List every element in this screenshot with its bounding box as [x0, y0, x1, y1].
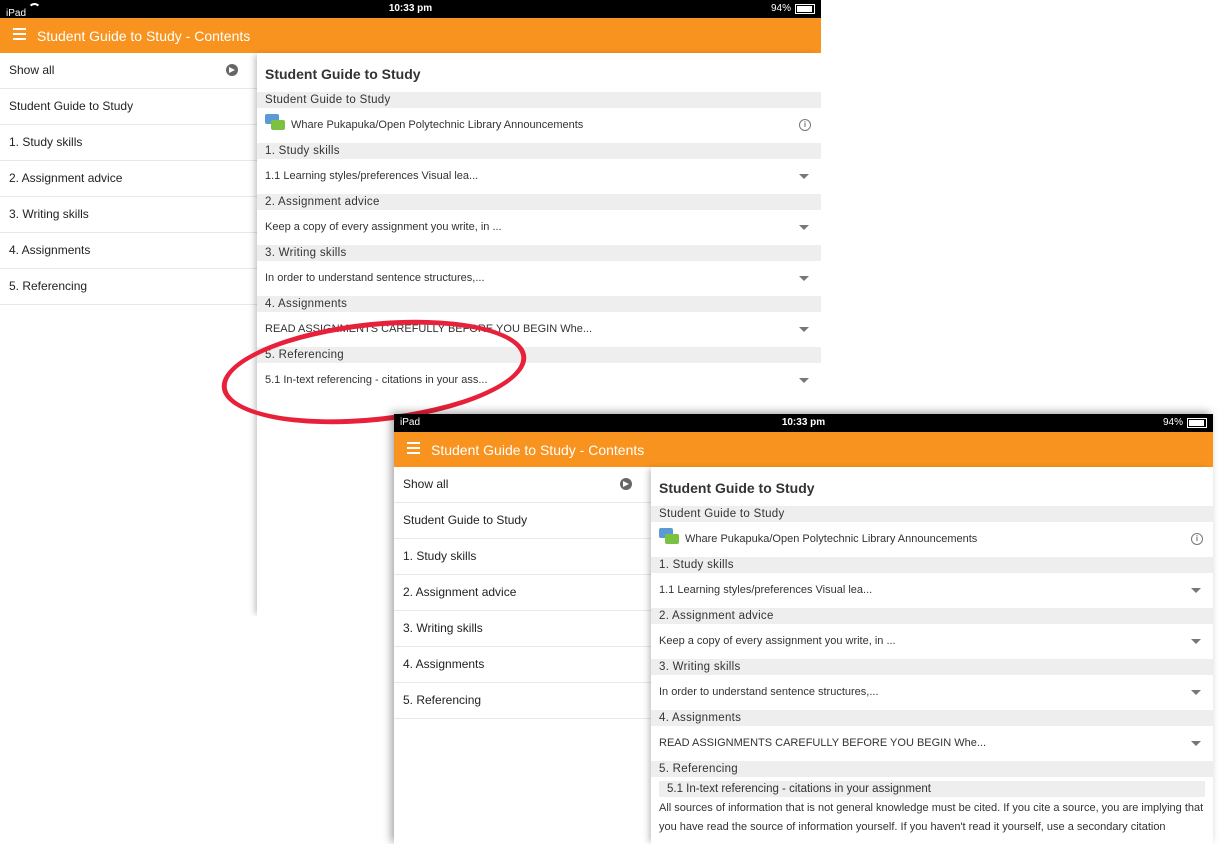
sidebar-item-study-skills[interactable]: 1. Study skills [394, 539, 651, 575]
sidebar: Show all Student Guide to Study 1. Study… [0, 53, 257, 616]
status-bar: iPad 10:33 pm 94% [394, 414, 1213, 432]
sidebar-item-label: 5. Referencing [9, 279, 88, 293]
section-header: 1. Study skills [257, 143, 821, 159]
menu-icon[interactable] [13, 28, 26, 42]
sidebar-item-label: 2. Assignment advice [9, 171, 123, 185]
section-header: 3. Writing skills [257, 245, 821, 261]
section-item[interactable]: Keep a copy of every assignment you writ… [651, 624, 1213, 659]
status-time: 10:33 pm [781, 417, 826, 428]
sidebar-item-assignments[interactable]: 4. Assignments [394, 647, 651, 683]
sidebar-item-guide[interactable]: Student Guide to Study [0, 89, 257, 125]
sidebar-item-show-all[interactable]: Show all [394, 467, 651, 503]
sidebar-item-referencing[interactable]: 5. Referencing [394, 683, 651, 719]
sidebar: Show all Student Guide to Study 1. Study… [394, 467, 651, 844]
announcements-link[interactable]: Whare Pukapuka/Open Polytechnic Library … [651, 522, 1213, 557]
section-header: 3. Writing skills [651, 659, 1213, 675]
page-title: Student Guide to Study [659, 480, 815, 496]
section-item[interactable]: 1.1 Learning styles/preferences Visual l… [257, 159, 821, 194]
chevron-down-icon[interactable] [1191, 588, 1201, 593]
section-header: Student Guide to Study [257, 92, 821, 108]
status-bar: iPad 10:33 pm 94% [0, 0, 821, 19]
sidebar-item-label: 2. Assignment advice [403, 585, 517, 599]
arrow-right-circle-icon[interactable] [620, 478, 632, 490]
section-header: Student Guide to Study [651, 506, 1213, 522]
chevron-down-icon[interactable] [799, 276, 809, 281]
app-title: Student Guide to Study - Contents [431, 442, 645, 458]
sidebar-item-show-all[interactable]: Show all [0, 53, 257, 89]
chevron-down-icon[interactable] [1191, 639, 1201, 644]
sidebar-item-label: 4. Assignments [9, 243, 91, 257]
sidebar-item-label: 5. Referencing [403, 693, 482, 707]
section-header: 2. Assignment advice [257, 194, 821, 210]
forum-icon [659, 528, 679, 546]
content-panel: Student Guide to Study Student Guide to … [651, 467, 1213, 844]
sidebar-item-label: Student Guide to Study [9, 99, 134, 113]
sidebar-item-label: 3. Writing skills [9, 207, 89, 221]
section-header: 2. Assignment advice [651, 608, 1213, 624]
battery-percent: 94% [770, 3, 791, 14]
sidebar-item-assignment-advice[interactable]: 2. Assignment advice [0, 161, 257, 197]
info-icon[interactable]: i [799, 119, 811, 131]
sidebar-item-label: Student Guide to Study [403, 513, 528, 527]
announcements-link[interactable]: Whare Pukapuka/Open Polytechnic Library … [257, 108, 821, 143]
section-header: 1. Study skills [651, 557, 1213, 573]
page-title: Student Guide to Study [265, 66, 421, 82]
sidebar-item-guide[interactable]: Student Guide to Study [394, 503, 651, 539]
section-header: 4. Assignments [651, 710, 1213, 726]
sidebar-item-referencing[interactable]: 5. Referencing [0, 269, 257, 305]
expanded-item-title[interactable]: 5.1 In-text referencing - citations in y… [659, 781, 1205, 797]
sidebar-item-label: 3. Writing skills [403, 621, 483, 635]
sidebar-item-label: 1. Study skills [9, 135, 83, 149]
chevron-down-icon[interactable] [1191, 741, 1201, 746]
sidebar-item-writing-skills[interactable]: 3. Writing skills [394, 611, 651, 647]
sidebar-item-label: 4. Assignments [403, 657, 485, 671]
battery-icon [795, 3, 815, 14]
forum-icon [265, 114, 285, 132]
chevron-down-icon[interactable] [799, 378, 809, 383]
status-time: 10:33 pm [388, 3, 433, 14]
chevron-down-icon[interactable] [799, 225, 809, 230]
section-item[interactable]: 1.1 Learning styles/preferences Visual l… [651, 573, 1213, 608]
expanded-item-body: All sources of information that is not g… [659, 802, 1204, 833]
chevron-down-icon[interactable] [799, 327, 809, 332]
section-item[interactable]: READ ASSIGNMENTS CAREFULLY BEFORE YOU BE… [651, 726, 1213, 761]
menu-icon[interactable] [407, 442, 420, 456]
arrow-right-circle-icon[interactable] [226, 64, 238, 76]
sidebar-item-label: Show all [9, 63, 55, 77]
app-bar: Student Guide to Study - Contents [0, 18, 821, 53]
section-item[interactable]: In order to understand sentence structur… [257, 261, 821, 296]
sidebar-item-assignment-advice[interactable]: 2. Assignment advice [394, 575, 651, 611]
battery-icon [1187, 417, 1207, 428]
section-header: 4. Assignments [257, 296, 821, 312]
screenshot-expanded: iPad 10:33 pm 94% Student Guide to Study… [394, 414, 1213, 844]
app-bar: Student Guide to Study - Contents [394, 432, 1213, 467]
sidebar-item-assignments[interactable]: 4. Assignments [0, 233, 257, 269]
section-item[interactable]: Keep a copy of every assignment you writ… [257, 210, 821, 245]
sidebar-item-study-skills[interactable]: 1. Study skills [0, 125, 257, 161]
section-item[interactable]: In order to understand sentence structur… [651, 675, 1213, 710]
sidebar-item-label: Show all [403, 477, 449, 491]
section-header: 5. Referencing [651, 761, 1213, 777]
sidebar-item-label: 1. Study skills [403, 549, 477, 563]
sidebar-item-writing-skills[interactable]: 3. Writing skills [0, 197, 257, 233]
chevron-down-icon[interactable] [1191, 690, 1201, 695]
chevron-down-icon[interactable] [799, 174, 809, 179]
info-icon[interactable]: i [1191, 533, 1203, 545]
app-title: Student Guide to Study - Contents [37, 28, 251, 44]
battery-percent: 94% [1162, 417, 1183, 428]
